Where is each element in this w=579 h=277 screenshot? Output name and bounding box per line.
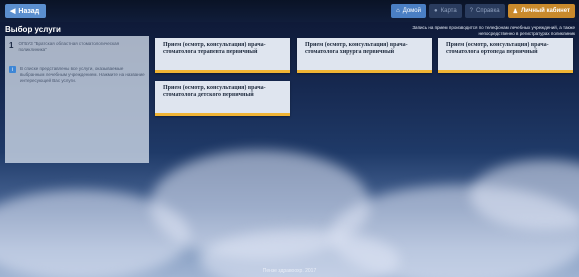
service-card-label: Прием (осмотр, консультация) врача-стома… (446, 42, 549, 55)
personal-account-label: Личный кабинет (520, 8, 570, 14)
service-card[interactable]: Прием (осмотр, консультация) врача-стома… (155, 81, 290, 116)
booking-notice: Запись на прием производится по телефона… (412, 25, 575, 36)
question-icon: ? (469, 8, 474, 14)
help-button[interactable]: ? Справка (464, 4, 505, 18)
top-navbar: ◀ Назад ⌂ Домой ● Карта ? Справка ♟ Личн… (0, 0, 579, 22)
step-number: 1 (9, 41, 14, 50)
info-text: В списке представлены все услуги, оказыв… (20, 66, 145, 83)
service-card-label: Прием (осмотр, консультация) врача-стома… (305, 42, 408, 55)
selected-clinic-step[interactable]: 1 ОГБУЗ "Братская областная стоматологич… (9, 41, 145, 53)
selected-clinic-name: ОГБУЗ "Братская областная стоматологичес… (18, 41, 120, 52)
help-button-label: Справка (476, 8, 500, 14)
arrow-left-icon: ◀ (10, 8, 16, 15)
page-title: Выбор услуги (5, 25, 61, 34)
info-icon: i (9, 66, 16, 73)
service-card[interactable]: Прием (осмотр, консультация) врача-стома… (155, 38, 290, 73)
top-nav-buttons: ⌂ Домой ● Карта ? Справка ♟ Личный кабин… (391, 4, 575, 18)
service-card-label: Прием (осмотр, консультация) врача-стома… (163, 42, 266, 55)
service-card[interactable]: Прием (осмотр, консультация) врача-стома… (297, 38, 432, 73)
service-card[interactable]: Прием (осмотр, консультация) врача-стома… (438, 38, 573, 73)
map-button[interactable]: ● Карта (428, 4, 462, 18)
home-button[interactable]: ⌂ Домой (391, 4, 426, 18)
personal-account-button[interactable]: ♟ Личный кабинет (507, 4, 575, 18)
info-message: i В списке представлены все услуги, оказ… (9, 66, 145, 84)
service-card-label: Прием (осмотр, консультация) врача-стома… (163, 85, 266, 98)
home-button-label: Домой (402, 8, 421, 14)
map-button-label: Карта (440, 8, 457, 14)
sidebar-panel: 1 ОГБУЗ "Братская областная стоматологич… (5, 36, 149, 163)
user-icon: ♟ (512, 8, 518, 15)
footer-copyright: Пензе здравоохр. 2017 (262, 268, 317, 274)
back-button[interactable]: ◀ Назад (5, 4, 47, 18)
home-icon: ⌂ (396, 8, 400, 14)
back-button-label: Назад (18, 7, 40, 15)
globe-icon: ● (433, 8, 438, 14)
